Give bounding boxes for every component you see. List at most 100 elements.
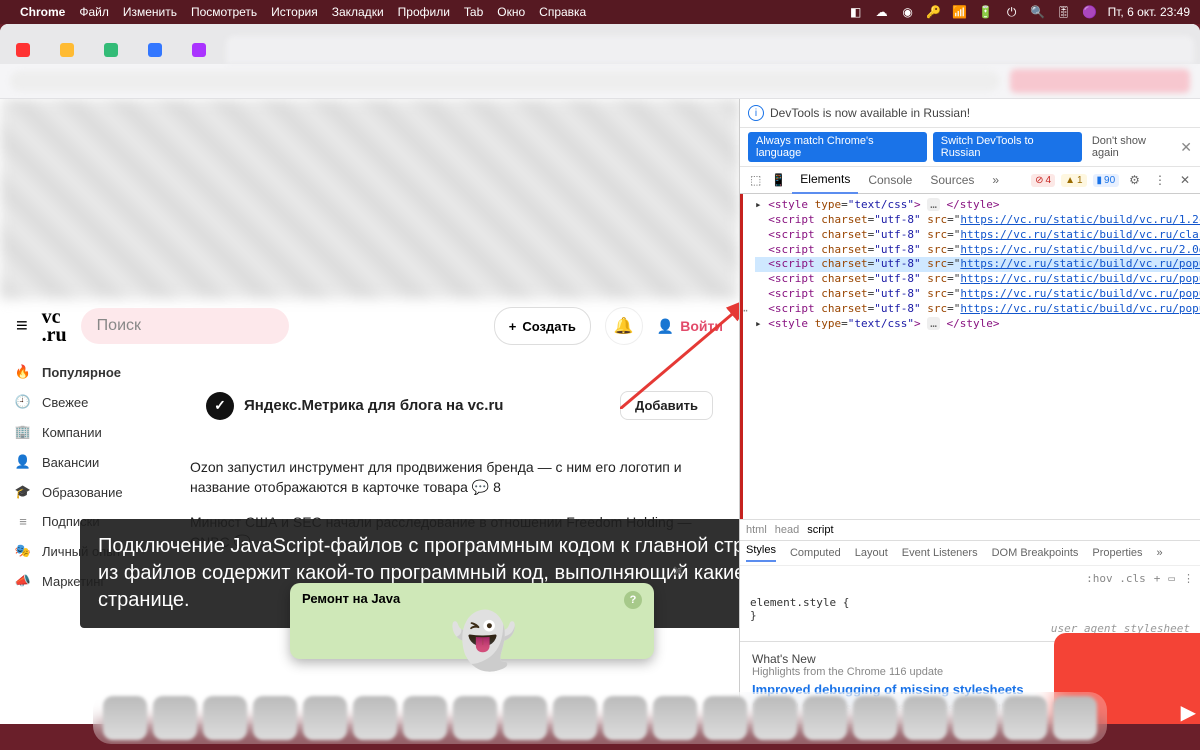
dock-app-icon[interactable] xyxy=(653,696,697,740)
dock-app-icon[interactable] xyxy=(553,696,597,740)
tab-sources[interactable]: Sources xyxy=(922,167,982,193)
add-button[interactable]: Добавить xyxy=(620,391,713,420)
dock-app-icon[interactable] xyxy=(753,696,797,740)
dom-node[interactable]: <script charset="utf-8" src="https://vc.… xyxy=(755,213,1200,228)
tabs-more-icon[interactable]: » xyxy=(1157,547,1163,559)
menu-help[interactable]: Справка xyxy=(539,5,586,19)
add-rule-icon[interactable]: + xyxy=(1154,572,1161,585)
control-center-icon[interactable]: 🎚 xyxy=(1056,4,1072,20)
sidebar-item-companies[interactable]: 🏢Компании xyxy=(0,417,180,447)
dock-app-icon[interactable] xyxy=(453,696,497,740)
menu-tab[interactable]: Tab xyxy=(464,5,483,19)
status-icon[interactable]: ☁ xyxy=(874,4,890,20)
breadcrumb[interactable]: html head script xyxy=(740,519,1200,540)
status-icon[interactable]: ◉ xyxy=(900,4,916,20)
error-counter[interactable]: ⊘ 4 xyxy=(1031,174,1055,187)
extension-area[interactable] xyxy=(1010,69,1190,93)
wifi-icon[interactable]: 📶 xyxy=(952,4,968,20)
dom-node[interactable]: <script charset="utf-8" src="https://vc.… xyxy=(755,257,1200,272)
sidebar-toggle-icon[interactable]: ▭ xyxy=(1168,572,1175,585)
dock-app-icon[interactable] xyxy=(303,696,347,740)
lang-button-match[interactable]: Always match Chrome's language xyxy=(748,132,927,162)
close-icon[interactable]: ✕ xyxy=(1176,173,1194,187)
toggle-icon[interactable]: ⏻ xyxy=(1004,4,1020,20)
status-icon[interactable]: ◧ xyxy=(848,4,864,20)
menu-window[interactable]: Окно xyxy=(497,5,525,19)
address-bar[interactable] xyxy=(10,71,1000,91)
site-logo[interactable]: vc .ru xyxy=(42,308,67,344)
browser-tab[interactable] xyxy=(138,36,178,64)
sidebar-item-education[interactable]: 🎓Образование xyxy=(0,477,180,507)
menu-profiles[interactable]: Профили xyxy=(398,5,450,19)
browser-tab[interactable] xyxy=(226,36,1194,64)
create-button[interactable]: +Создать xyxy=(494,307,591,345)
banner-ad[interactable] xyxy=(0,99,739,299)
menu-history[interactable]: История xyxy=(271,5,318,19)
dock-app-icon[interactable] xyxy=(203,696,247,740)
dock-app-icon[interactable] xyxy=(1003,696,1047,740)
sidebar-item-jobs[interactable]: 👤Вакансии xyxy=(0,447,180,477)
news-item[interactable]: Ozon запустил инструмент для продвижения… xyxy=(190,450,729,505)
browser-tab[interactable] xyxy=(182,36,222,64)
dock-app-icon[interactable] xyxy=(1053,696,1097,740)
dock-app-icon[interactable] xyxy=(353,696,397,740)
dom-node[interactable]: ▸ <style type="text/css"> … </style> xyxy=(755,317,1200,332)
tab-styles[interactable]: Styles xyxy=(746,544,776,562)
gear-icon[interactable]: ⚙ xyxy=(1125,173,1144,187)
siri-icon[interactable]: 🟣 xyxy=(1082,4,1098,20)
dock-app-icon[interactable] xyxy=(703,696,747,740)
kebab-icon[interactable]: ⋮ xyxy=(1150,173,1170,187)
search-input[interactable]: Поиск xyxy=(81,308,290,344)
inspect-icon[interactable]: ⬚ xyxy=(746,173,765,187)
menu-file[interactable]: Файл xyxy=(79,5,109,19)
tab-properties[interactable]: Properties xyxy=(1092,547,1142,559)
tab-listeners[interactable]: Event Listeners xyxy=(902,547,978,559)
browser-tab[interactable] xyxy=(6,36,46,64)
device-icon[interactable]: 📱 xyxy=(767,173,790,187)
crumb-item[interactable]: html xyxy=(746,524,767,536)
menu-view[interactable]: Посмотреть xyxy=(191,5,257,19)
login-button[interactable]: 👤Войти xyxy=(657,318,723,335)
browser-tab[interactable] xyxy=(94,36,134,64)
dock-app-icon[interactable] xyxy=(153,696,197,740)
tab-breakpoints[interactable]: DOM Breakpoints xyxy=(992,547,1079,559)
sidebar-item-fresh[interactable]: 🕘Свежее xyxy=(0,387,180,417)
menu-edit[interactable]: Изменить xyxy=(123,5,177,19)
dock-app-icon[interactable] xyxy=(103,696,147,740)
tab-console[interactable]: Console xyxy=(860,167,920,193)
warning-counter[interactable]: ▲ 1 xyxy=(1061,174,1086,187)
search-icon[interactable]: 🔍 xyxy=(1030,4,1046,20)
help-icon[interactable]: ? xyxy=(624,591,642,609)
dock-app-icon[interactable] xyxy=(853,696,897,740)
hamburger-icon[interactable]: ≡ xyxy=(16,315,28,338)
tab-layout[interactable]: Layout xyxy=(855,547,888,559)
dom-node[interactable]: <script charset="utf-8" src="https://vc.… xyxy=(755,287,1200,302)
dom-node[interactable]: ▸ <style type="text/css"> … </style> xyxy=(755,198,1200,213)
lang-button-dismiss[interactable]: Don't show again xyxy=(1092,135,1174,159)
battery-icon[interactable]: 🔋 xyxy=(978,4,994,20)
dock-app-icon[interactable] xyxy=(953,696,997,740)
dom-node[interactable]: <script charset="utf-8" src="https://vc.… xyxy=(755,228,1200,243)
close-icon[interactable]: ✕ xyxy=(672,563,684,580)
crumb-item[interactable]: script xyxy=(807,524,833,536)
browser-tab[interactable] xyxy=(50,36,90,64)
dock-app-icon[interactable] xyxy=(253,696,297,740)
tab-computed[interactable]: Computed xyxy=(790,547,841,559)
styles-filter-bar[interactable]: :hov .cls + ▭ ⋮ xyxy=(740,565,1200,590)
dock-app-icon[interactable] xyxy=(403,696,447,740)
notifications-button[interactable]: 🔔 xyxy=(605,307,643,345)
crumb-item[interactable]: head xyxy=(775,524,799,536)
menu-bookmarks[interactable]: Закладки xyxy=(332,5,384,19)
key-icon[interactable]: 🔑 xyxy=(926,4,942,20)
dock-app-icon[interactable] xyxy=(603,696,647,740)
dock-app-icon[interactable] xyxy=(803,696,847,740)
dom-node[interactable]: <script charset="utf-8" src="https://vc.… xyxy=(755,243,1200,258)
tabs-more-icon[interactable]: » xyxy=(984,167,1007,193)
dom-tree[interactable]: ⋯ ▸ <style type="text/css"> … </style> <… xyxy=(740,194,1200,519)
overflow-icon[interactable]: ⋮ xyxy=(1183,572,1194,585)
more-actions-icon[interactable]: ⋯ xyxy=(741,304,748,317)
lang-button-switch[interactable]: Switch DevTools to Russian xyxy=(933,132,1082,162)
dock-app-icon[interactable] xyxy=(903,696,947,740)
dock-app-icon[interactable] xyxy=(503,696,547,740)
dom-node[interactable]: <script charset="utf-8" src="https://vc.… xyxy=(755,272,1200,287)
